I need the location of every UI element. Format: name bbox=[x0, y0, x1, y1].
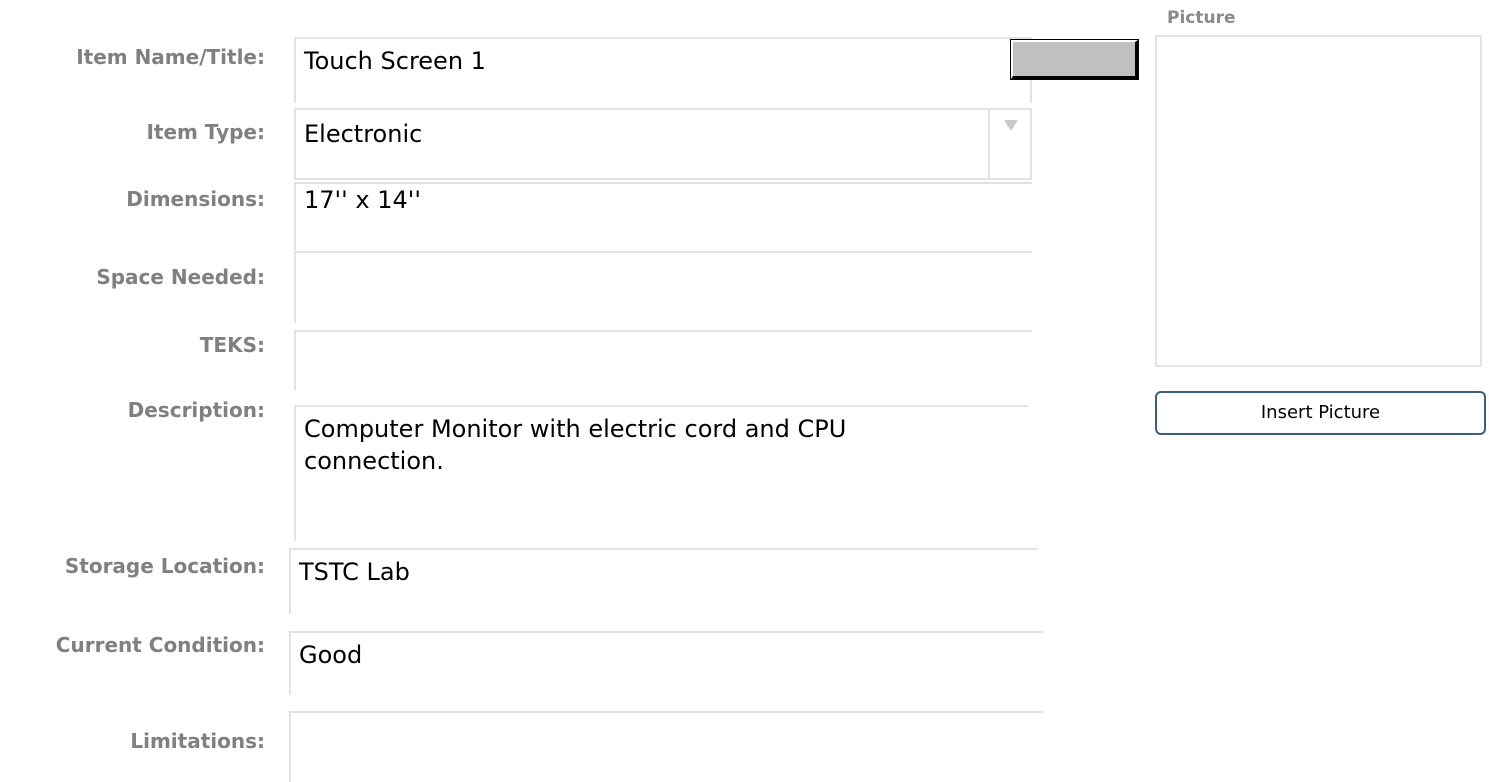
dropdown-arrow-icon[interactable] bbox=[1004, 120, 1018, 131]
current-condition-value: Good bbox=[299, 641, 363, 669]
storage-location-value: TSTC Lab bbox=[299, 558, 410, 586]
item-type-select[interactable]: Electronic bbox=[294, 108, 1032, 180]
space-needed-input[interactable] bbox=[294, 251, 1032, 323]
item-type-label: Item Type: bbox=[146, 120, 265, 144]
teks-label: TEKS: bbox=[199, 333, 265, 357]
teks-input[interactable] bbox=[294, 330, 1032, 390]
item-type-value: Electronic bbox=[304, 120, 423, 148]
current-condition-input[interactable]: Good bbox=[289, 631, 1043, 695]
description-textarea[interactable]: Computer Monitor with electric cord and … bbox=[294, 405, 1028, 541]
space-needed-label: Space Needed: bbox=[96, 265, 265, 289]
current-condition-label: Current Condition: bbox=[55, 633, 265, 657]
insert-picture-button[interactable]: Insert Picture bbox=[1155, 391, 1486, 435]
picture-label: Picture bbox=[1167, 8, 1236, 28]
item-name-input[interactable]: Touch Screen 1 bbox=[294, 37, 1032, 103]
dimensions-label: Dimensions: bbox=[126, 187, 265, 211]
gray-action-button[interactable] bbox=[1011, 40, 1138, 79]
picture-frame bbox=[1155, 35, 1482, 367]
limitations-input[interactable] bbox=[289, 711, 1043, 782]
storage-location-input[interactable]: TSTC Lab bbox=[289, 548, 1038, 614]
storage-location-label: Storage Location: bbox=[64, 554, 265, 578]
item-name-value: Touch Screen 1 bbox=[304, 47, 486, 75]
description-value: Computer Monitor with electric cord and … bbox=[304, 415, 847, 475]
dimensions-value: 17'' x 14'' bbox=[304, 186, 421, 214]
limitations-label: Limitations: bbox=[130, 729, 265, 753]
description-label: Description: bbox=[127, 398, 265, 422]
item-name-label: Item Name/Title: bbox=[76, 45, 265, 69]
dimensions-input[interactable]: 17'' x 14'' bbox=[294, 182, 1032, 250]
dropdown-divider bbox=[988, 110, 990, 178]
